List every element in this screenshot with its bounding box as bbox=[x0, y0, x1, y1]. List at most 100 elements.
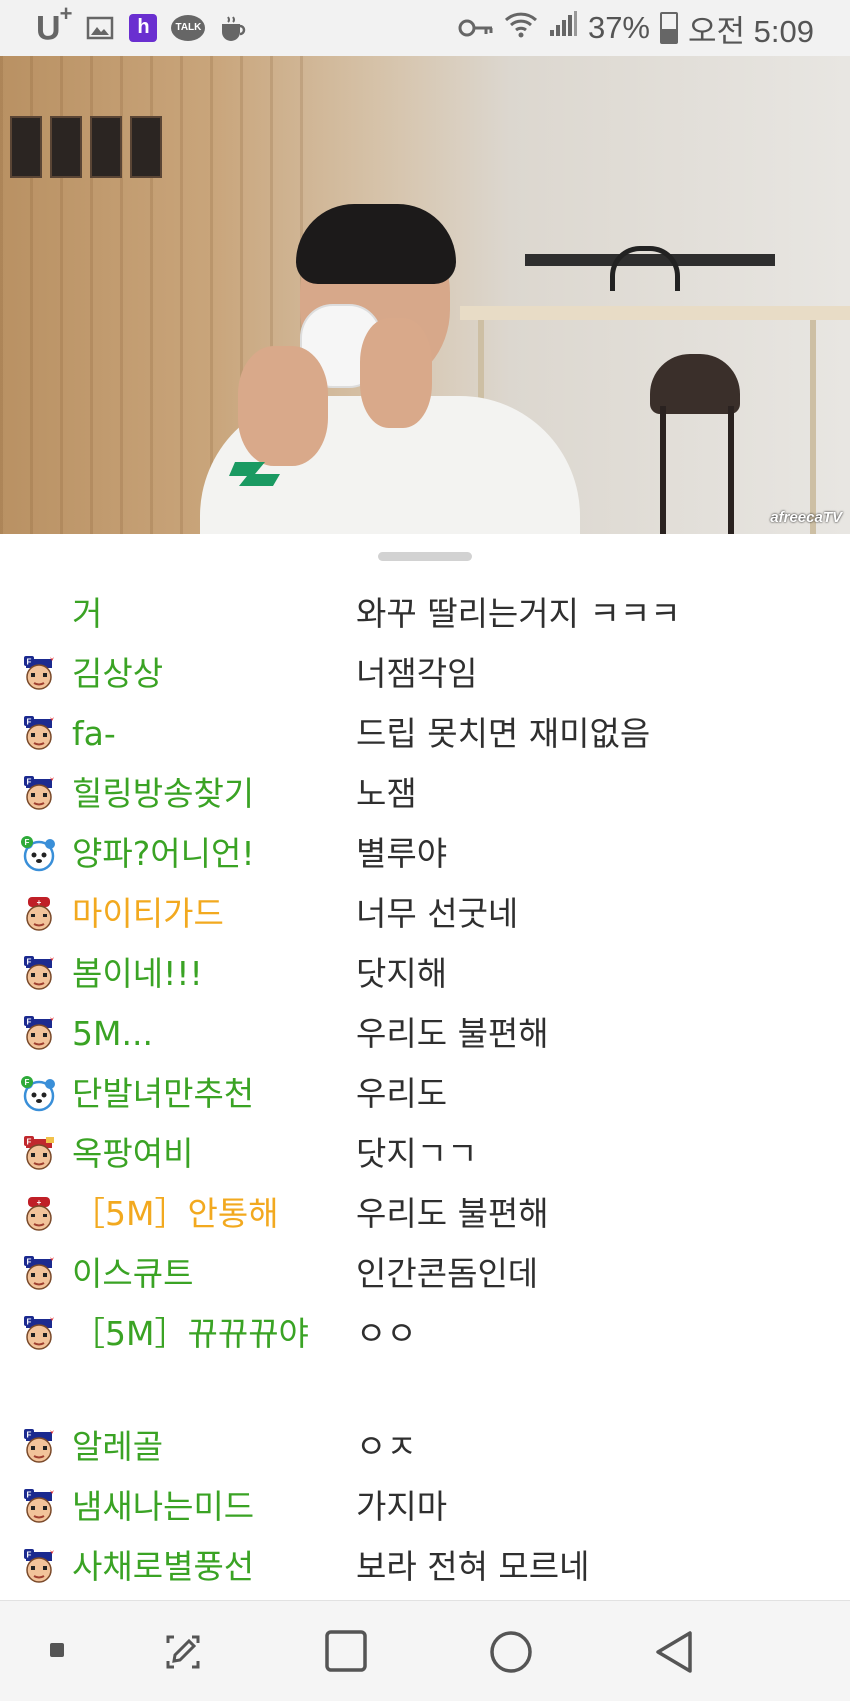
svg-text:F: F bbox=[27, 1431, 32, 1440]
fan-badge-icon: F bbox=[20, 1315, 58, 1353]
status-left: U+ h TALK bbox=[36, 1, 249, 48]
back-triangle-icon[interactable] bbox=[652, 1629, 696, 1675]
fan-badge-icon: F bbox=[20, 1255, 58, 1293]
signal-icon bbox=[548, 10, 578, 46]
chat-message-text: 닷지해 bbox=[356, 954, 448, 993]
kakaotalk-icon: TALK bbox=[171, 14, 206, 41]
panda-badge-icon: F bbox=[20, 1075, 58, 1113]
guard-badge-icon: + bbox=[20, 1195, 58, 1233]
battery-icon bbox=[660, 12, 678, 44]
carrier-label: U+ bbox=[36, 1, 72, 48]
chat-message-text: ㅇㅇ bbox=[356, 1314, 417, 1353]
chat-nickname[interactable]: ［5M］뀨뀨뀨야 bbox=[72, 1306, 347, 1362]
stool-leg bbox=[660, 406, 666, 534]
gallery-icon bbox=[85, 14, 115, 42]
fan-badge-icon: F bbox=[20, 655, 58, 693]
h-app-icon: h bbox=[129, 13, 158, 42]
chat-message-text: 우리도 불편해 bbox=[356, 1014, 549, 1053]
fan-badge-icon: F bbox=[20, 1428, 58, 1466]
chat-message-text: 닷지ㄱㄱ bbox=[356, 1134, 478, 1173]
chat-message-text: 인간콘돔인데 bbox=[356, 1254, 539, 1293]
fan-badge-icon: F bbox=[20, 1135, 58, 1173]
chat-message-text: 우리도 bbox=[356, 1074, 448, 1113]
battery-percent: 37% bbox=[587, 10, 650, 45]
fan-badge-icon: F bbox=[20, 715, 58, 753]
status-right: 37% 오전 5:09 bbox=[458, 0, 814, 56]
wall-frame bbox=[10, 116, 42, 178]
navigation-bar bbox=[0, 1600, 850, 1701]
person-hair bbox=[296, 204, 456, 284]
svg-text:F: F bbox=[27, 958, 32, 967]
carrier-text: U bbox=[36, 9, 61, 48]
headphones bbox=[610, 246, 680, 291]
stool-leg bbox=[728, 406, 734, 534]
wall-frame bbox=[90, 116, 122, 178]
afreecatv-watermark: afreecaTV bbox=[770, 509, 842, 526]
svg-text:F: F bbox=[27, 658, 32, 667]
stool bbox=[650, 354, 740, 414]
home-circle-icon[interactable] bbox=[488, 1629, 534, 1675]
wall-frame bbox=[50, 116, 82, 178]
svg-text:F: F bbox=[27, 1138, 32, 1147]
svg-text:F: F bbox=[25, 838, 30, 847]
chat-message-text: 드립 못치면 재미없음 bbox=[356, 714, 651, 753]
chat-message-text: 별루야 bbox=[356, 834, 448, 873]
h-app-label: h bbox=[137, 16, 150, 39]
chat-nickname[interactable]: 봄이네!!! bbox=[72, 946, 347, 1002]
fan-badge-icon: F bbox=[20, 1488, 58, 1526]
shirt-logo bbox=[225, 456, 295, 500]
svg-text:F: F bbox=[27, 1551, 32, 1560]
svg-text:F: F bbox=[27, 1258, 32, 1267]
wifi-icon bbox=[504, 10, 538, 46]
partially-visible-row bbox=[70, 578, 750, 584]
recent-dot-icon[interactable] bbox=[50, 1643, 64, 1657]
chat-nickname[interactable]: 5M... bbox=[72, 1006, 347, 1062]
chat-message-text: 우리도 불편해 bbox=[356, 1194, 549, 1233]
talk-label: TALK bbox=[175, 22, 202, 34]
svg-text:F: F bbox=[27, 1491, 32, 1500]
chat-message-text: 보라 전혀 모르네 bbox=[356, 1547, 590, 1586]
drag-handle[interactable] bbox=[378, 552, 472, 561]
chat-nickname[interactable]: ［5M］안통해 bbox=[72, 1186, 347, 1242]
carrier-plus: + bbox=[59, 1, 73, 27]
chat-nickname[interactable]: 이스큐트 bbox=[72, 1246, 347, 1302]
chat-nickname[interactable]: 사채로별풍선 bbox=[72, 1539, 347, 1595]
chat-nickname[interactable]: 마이티가드 bbox=[72, 886, 347, 942]
chat-nickname[interactable]: 힐링방송찾기 bbox=[72, 766, 347, 822]
chat-nickname[interactable]: 김상상 bbox=[72, 646, 347, 702]
fan-badge-icon: F bbox=[20, 775, 58, 813]
wall-frame bbox=[130, 116, 162, 178]
svg-text:F: F bbox=[25, 1078, 30, 1087]
fan-badge-icon: F bbox=[20, 955, 58, 993]
chat-nickname[interactable]: 단발녀만추천 bbox=[72, 1066, 347, 1122]
left-hand bbox=[238, 346, 328, 466]
svg-text:F: F bbox=[27, 718, 32, 727]
chat-message-text: 와꾸 딸리는거지 ㅋㅋㅋ bbox=[356, 594, 681, 633]
chat-nickname[interactable]: 알레골 bbox=[72, 1419, 347, 1475]
chat-nickname[interactable]: fa- bbox=[72, 706, 347, 762]
status-bar: U+ h TALK 37% 오전 5:09 bbox=[0, 0, 850, 56]
chat-nickname[interactable]: 옥팡여비 bbox=[72, 1126, 347, 1182]
chat-panel[interactable]: 거 와꾸 딸리는거지 ㅋㅋㅋ F 김상상 너잼각임 Ffa- 드립 못치면 재미없음 F 힐링방… bbox=[0, 534, 850, 1600]
guard-badge-icon: + bbox=[20, 895, 58, 933]
clock: 오전 5:09 bbox=[688, 13, 814, 49]
svg-text:F: F bbox=[27, 1318, 32, 1327]
overview-square-icon[interactable] bbox=[324, 1629, 368, 1675]
chat-message-text: 너무 선굿네 bbox=[356, 894, 519, 933]
svg-text:F: F bbox=[27, 1018, 32, 1027]
chat-nickname[interactable]: 양파?어니언! bbox=[72, 826, 347, 882]
desk bbox=[460, 306, 850, 320]
right-hand bbox=[360, 318, 432, 428]
wall-frames bbox=[10, 116, 162, 178]
chat-nickname[interactable]: 냄새나는미드 bbox=[72, 1479, 347, 1535]
coffee-icon bbox=[219, 14, 249, 42]
screenshot-edit-icon[interactable] bbox=[160, 1629, 206, 1675]
chat-nickname[interactable]: 거 bbox=[72, 586, 347, 642]
key-icon bbox=[458, 10, 494, 46]
chat-message-text: 가지마 bbox=[356, 1487, 448, 1526]
video-player[interactable]: afreecaTV bbox=[0, 56, 850, 534]
panda-badge-icon: F bbox=[20, 835, 58, 873]
svg-text:F: F bbox=[27, 778, 32, 787]
fan-badge-icon: F bbox=[20, 1015, 58, 1053]
chat-message-text: 너잼각임 bbox=[356, 654, 478, 693]
